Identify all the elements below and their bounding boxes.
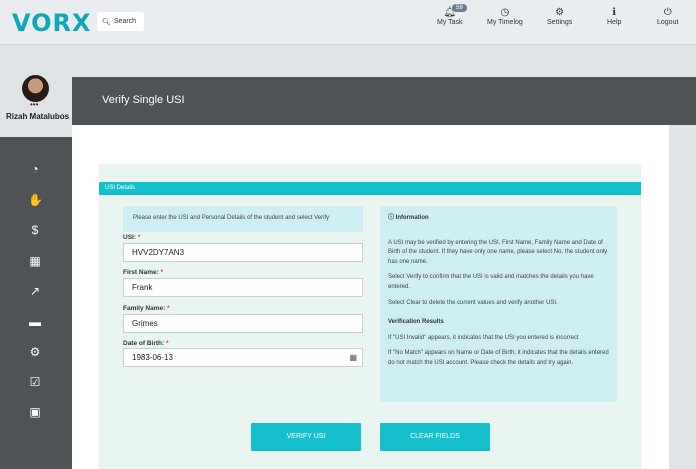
cogs-icon[interactable]: ⚙ [28, 345, 42, 359]
search-button[interactable]: 🔍︎ Search [97, 12, 144, 31]
nav-settings[interactable]: ⚙ Settings [547, 6, 572, 26]
search-label: Search [113, 18, 137, 25]
sidebar: ◔ ✋ $ ▦ ↗ ▬ ⚙ ☑ ▣ [0, 137, 72, 469]
usi-label: USI: * [123, 234, 141, 241]
section-title: USI Details [99, 182, 641, 195]
nav-help-label: Help [607, 19, 622, 26]
nav-my-task-label: My Task [437, 19, 463, 26]
first-name-label: First Name: * [123, 269, 164, 276]
dashboard-icon[interactable]: ◔ [28, 162, 42, 176]
first-name-input[interactable]: Frank [123, 278, 363, 297]
form-hint: Please enter the USI and Personal Detail… [123, 206, 363, 232]
clear-fields-button[interactable]: CLEAR FIELDS [380, 423, 490, 451]
result-paragraph-2: If "No Match" appears on Name or Date of… [388, 350, 609, 366]
info-paragraph-3: Select Clear to delete the current value… [388, 299, 558, 306]
gear-icon: ⚙ [555, 7, 565, 18]
task-count-badge: 59 [452, 4, 467, 12]
power-icon: ⏻ [663, 7, 672, 18]
info-paragraph-2: Select Verify to confirm that the USI is… [388, 274, 594, 290]
calendar-icon[interactable]: ▦ [28, 254, 42, 268]
nav-logout-label: Logout [657, 19, 679, 26]
nav-settings-label: Settings [547, 19, 573, 26]
chart-trend-icon[interactable]: ↗ [28, 284, 42, 298]
page-title: Verify Single USI [102, 94, 185, 106]
family-name-input[interactable]: Grimes [123, 314, 363, 333]
result-paragraph-1: If "USI Invalid" appears, it indicates t… [388, 334, 579, 341]
family-name-label: Family Name: * [123, 305, 170, 312]
verify-usi-button[interactable]: VERIFY USI [251, 423, 361, 451]
checklist-icon[interactable]: ☑ [28, 375, 42, 389]
information-box: ⓘ Information A USI may be verified by e… [380, 206, 617, 402]
profile-menu-dots[interactable]: ••• [30, 100, 38, 109]
logo[interactable]: VORX [12, 9, 92, 37]
info-paragraph-1: A USI may be verified by entering the US… [388, 239, 608, 265]
help-icon: ℹ [612, 7, 617, 18]
avatar[interactable] [22, 75, 49, 102]
usi-input[interactable]: HVV2DY7AN3 [123, 243, 363, 262]
dob-input[interactable]: 1983-06-13 ▦ [123, 348, 363, 367]
calendar-icon[interactable]: ▦ [349, 349, 357, 366]
nav-my-task[interactable]: 🔔︎ 59 My Task [437, 4, 467, 26]
search-icon: 🔍︎ [102, 18, 111, 26]
information-heading: ⓘ Information [388, 215, 429, 221]
user-name: Rizah Matalubos [6, 112, 70, 121]
nav-help[interactable]: ℹ Help [607, 6, 621, 26]
dob-value: 1983-06-13 [132, 353, 173, 362]
nav-my-timelog-label: My Timelog [487, 19, 523, 26]
id-card-icon[interactable]: ▣ [28, 405, 42, 419]
clock-icon: ◷ [500, 7, 510, 18]
top-bar: VORX 🔍︎ Search 🔔︎ 59 My Task ◷ My Timelo… [0, 0, 696, 45]
nav-logout[interactable]: ⏻ Logout [657, 6, 678, 26]
nav-my-timelog[interactable]: ◷ My Timelog [487, 6, 523, 26]
handshake-icon[interactable]: ✋ [28, 193, 43, 207]
verification-results-heading: Verification Results [388, 319, 444, 326]
dob-label: Date of Birth: * [123, 340, 169, 347]
folder-icon[interactable]: ▬ [28, 315, 42, 329]
money-icon[interactable]: $ [28, 223, 42, 237]
page-header: Verify Single USI [72, 77, 696, 125]
